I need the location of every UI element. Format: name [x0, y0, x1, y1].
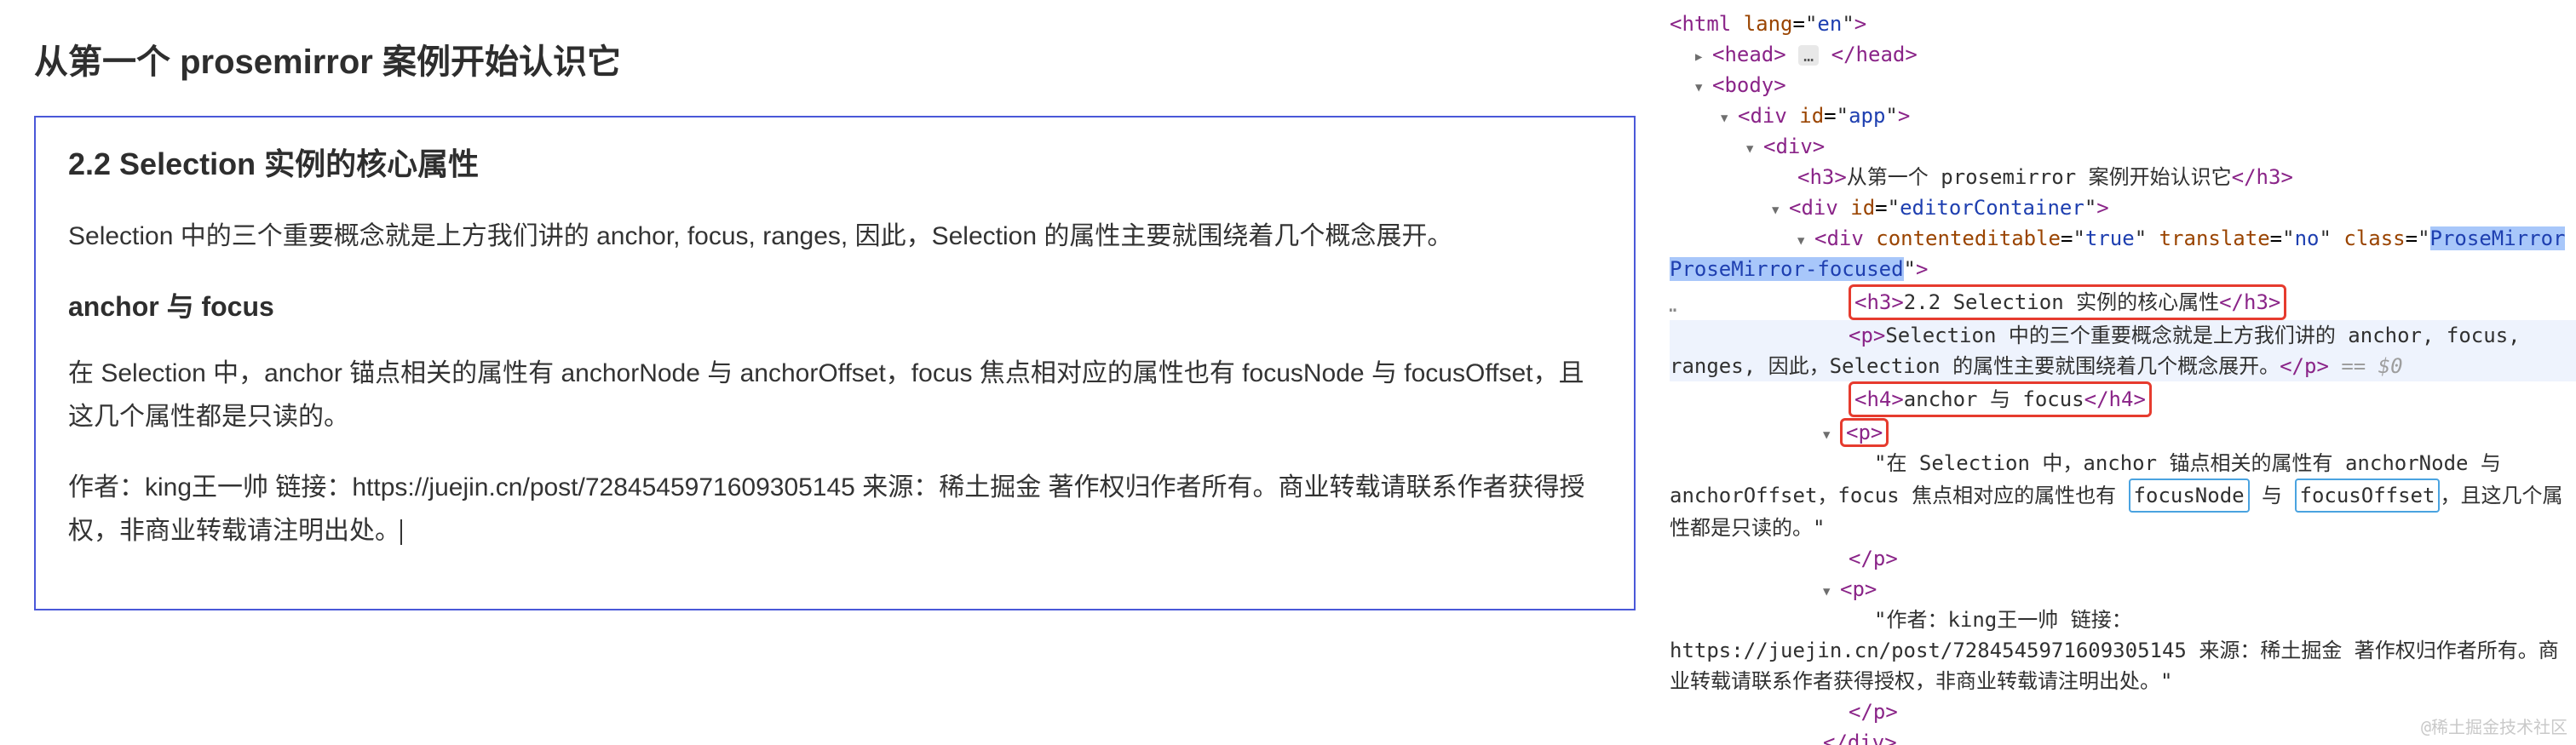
dom-p3-text[interactable]: "作者：king王一帅 链接：https://juejin.cn/post/72…	[1670, 605, 2576, 696]
editor-container[interactable]: 2.2 Selection 实例的核心属性 Selection 中的三个重要概念…	[34, 116, 1636, 610]
paragraph-1[interactable]: Selection 中的三个重要概念就是上方我们讲的 anchor, focus…	[68, 215, 1601, 258]
annotation-red-box: <h3>2.2 Selection 实例的核心属性</h3>	[1849, 284, 2286, 320]
dom-h3-section-row[interactable]: <h3>2.2 Selection 实例的核心属性</h3>	[1670, 284, 2576, 320]
subheading-anchor-focus[interactable]: anchor 与 focus	[68, 285, 1601, 324]
ellipsis-icon[interactable]: …	[1798, 45, 1819, 66]
collapse-icon[interactable]	[1797, 228, 1814, 251]
dom-head[interactable]: <head> … </head>	[1670, 39, 2576, 70]
paragraph-3-text: 作者：king王一帅 链接：https://juejin.cn/post/728…	[68, 473, 1585, 545]
dom-body[interactable]: <body>	[1670, 70, 2576, 100]
dom-editor-container[interactable]: <div id="editorContainer">	[1670, 192, 2576, 223]
dom-h4-row[interactable]: <h4>anchor 与 focus</h4>	[1670, 381, 2576, 417]
paragraph-2[interactable]: 在 Selection 中，anchor 锚点相关的属性有 anchorNode…	[68, 352, 1601, 438]
paragraph-3[interactable]: 作者：king王一帅 链接：https://juejin.cn/post/728…	[68, 466, 1601, 553]
dollar0-indicator: == $0	[2329, 354, 2403, 378]
dom-div-inner[interactable]: <div>	[1670, 131, 2576, 162]
annotation-red-box: <p>	[1840, 418, 1889, 447]
dom-html[interactable]: <html lang="en">	[1670, 9, 2576, 39]
annotation-red-box: <h4>anchor 与 focus</h4>	[1849, 381, 2152, 417]
dom-p3-open[interactable]: <p>	[1670, 574, 2576, 605]
collapse-icon[interactable]	[1823, 579, 1840, 602]
collapse-icon[interactable]	[1695, 75, 1712, 98]
dom-h3-title[interactable]: <h3>从第一个 prosemirror 案例开始认识它</h3>	[1670, 162, 2576, 192]
annotation-blue-box: focusOffset	[2295, 479, 2441, 513]
dom-p2-text[interactable]: "在 Selection 中，anchor 锚点相关的属性有 anchorNod…	[1670, 448, 2576, 543]
annotation-blue-box: focusNode	[2129, 479, 2250, 513]
collapse-icon[interactable]	[1746, 136, 1763, 159]
dom-div-app[interactable]: <div id="app">	[1670, 100, 2576, 131]
expand-icon[interactable]	[1695, 44, 1712, 67]
text-cursor	[400, 519, 402, 545]
watermark: @稀土掘金技术社区	[2421, 714, 2567, 740]
devtools-elements-panel[interactable]: … <html lang="en"> <head> … </head> <bod…	[1670, 0, 2576, 745]
page-title: 从第一个 prosemirror 案例开始认识它	[34, 34, 1636, 83]
collapse-icon[interactable]	[1823, 422, 1840, 445]
collapse-icon[interactable]	[1721, 106, 1738, 129]
section-heading[interactable]: 2.2 Selection 实例的核心属性	[68, 140, 1601, 184]
dom-p2-open[interactable]: <p>	[1670, 417, 2576, 448]
rendered-content-pane: 从第一个 prosemirror 案例开始认识它 2.2 Selection 实…	[0, 0, 1670, 745]
dom-p2-close[interactable]: </p>	[1670, 543, 2576, 574]
dom-contenteditable[interactable]: <div contenteditable="true" translate="n…	[1670, 223, 2576, 284]
dom-p1-row-selected[interactable]: <p>Selection 中的三个重要概念就是上方我们讲的 anchor, fo…	[1670, 320, 2576, 381]
collapse-icon[interactable]	[1772, 198, 1789, 221]
